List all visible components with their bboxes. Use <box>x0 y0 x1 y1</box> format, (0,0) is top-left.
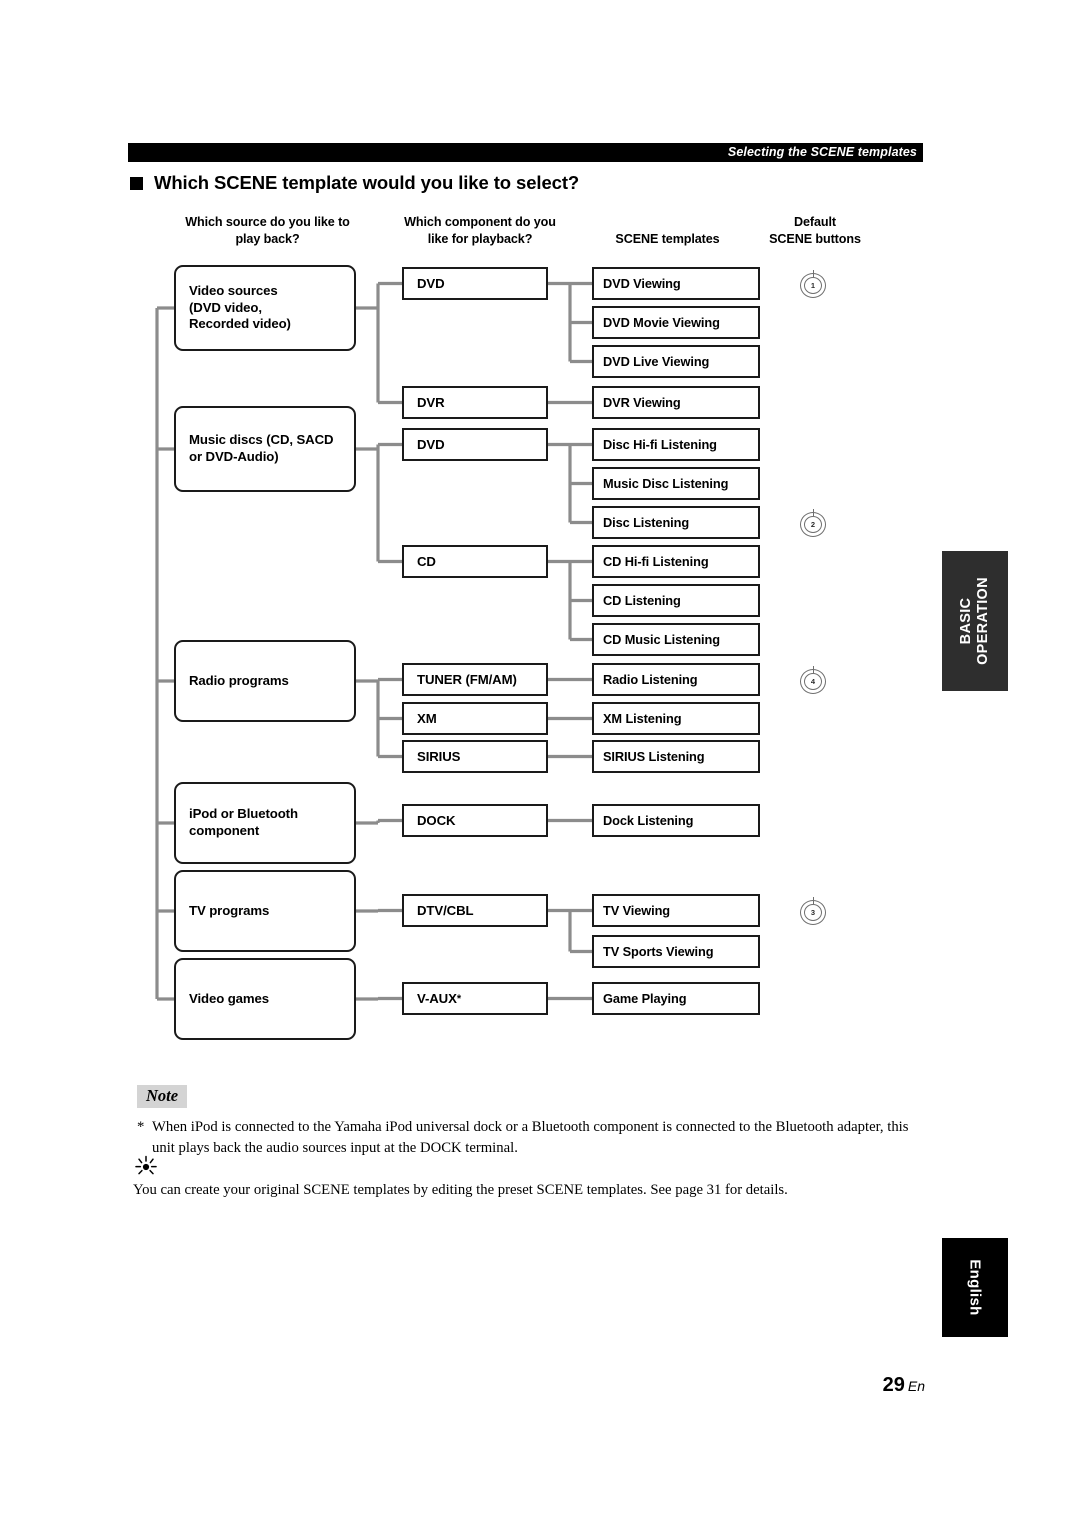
component-box-label: TUNER (FM/AM) <box>417 672 517 687</box>
tip-text: You can create your original SCENE templ… <box>133 1182 788 1198</box>
side-tab-language-label: English <box>966 1259 984 1316</box>
scene-button-1[interactable]: 1 <box>799 270 827 298</box>
note-footnote-text: When iPod is connected to the Yamaha iPo… <box>152 1119 909 1156</box>
template-box-label: Music Disc Listening <box>603 476 729 491</box>
component-box-label: XM <box>417 711 437 726</box>
component-box: SIRIUS <box>402 740 548 773</box>
source-box: TV programs <box>174 870 356 952</box>
template-box: CD Music Listening <box>592 623 760 656</box>
source-box-label: Video games <box>189 990 270 1006</box>
column-header-scene-templates: SCENE templates <box>615 232 720 246</box>
page-number: 29 En <box>820 1374 925 1397</box>
running-header: Selecting the SCENE templates <box>128 143 923 162</box>
template-box-label: TV Sports Viewing <box>603 944 714 959</box>
component-box-label: V-AUX <box>417 991 457 1006</box>
template-box: DVD Viewing <box>592 267 760 300</box>
component-box: DTV/CBL <box>402 894 548 927</box>
section-title-row: Which SCENE template would you like to s… <box>130 172 579 194</box>
template-box: Music Disc Listening <box>592 467 760 500</box>
template-box-label: CD Listening <box>603 593 681 608</box>
square-bullet-icon <box>130 176 143 190</box>
component-box-label: DVD <box>417 276 445 291</box>
note-badge: Note <box>137 1085 188 1108</box>
template-box-label: DVD Viewing <box>603 276 681 291</box>
template-box: TV Viewing <box>592 894 760 927</box>
page-number-suffix: En <box>907 1378 925 1394</box>
template-box-label: Game Playing <box>603 991 687 1006</box>
component-box: V-AUX * <box>402 982 548 1015</box>
template-box: CD Hi-fi Listening <box>592 545 760 578</box>
scene-button-number: 2 <box>810 520 816 529</box>
source-box: iPod or Bluetooth component <box>174 782 356 864</box>
source-box-label: Video sources (DVD video, Recorded video) <box>189 283 291 332</box>
source-box: Video games <box>174 958 356 1040</box>
component-box-label: CD <box>417 554 436 569</box>
scene-button-3[interactable]: 3 <box>799 897 827 925</box>
scene-button-4[interactable]: 4 <box>799 666 827 694</box>
column-header-component: Which component do you like for playback? <box>404 215 556 246</box>
template-box-label: CD Hi-fi Listening <box>603 554 709 569</box>
template-box: DVD Movie Viewing <box>592 306 760 339</box>
source-box: Radio programs <box>174 640 356 722</box>
template-box-label: DVD Movie Viewing <box>603 315 720 330</box>
source-box-label: TV programs <box>189 902 270 918</box>
component-box-label: DOCK <box>417 813 456 828</box>
tip-sunburst-icon <box>135 1155 157 1175</box>
template-box-label: DVD Live Viewing <box>603 354 710 369</box>
component-box: CD <box>402 545 548 578</box>
component-box: DOCK <box>402 804 548 837</box>
template-box: Disc Listening <box>592 506 760 539</box>
scene-button-2[interactable]: 2 <box>799 509 827 537</box>
template-box-label: SIRIUS Listening <box>603 749 705 764</box>
source-box: Music discs (CD, SACD or DVD-Audio) <box>174 406 356 492</box>
source-box-label: iPod or Bluetooth component <box>189 806 298 838</box>
column-header-default-scene-buttons: Default SCENE buttons <box>769 215 861 246</box>
component-box: DVD <box>402 267 548 300</box>
page-title: Which SCENE template would you like to s… <box>154 172 580 193</box>
component-box: XM <box>402 702 548 735</box>
template-box-label: Disc Listening <box>603 515 690 530</box>
side-tab-basic-operation: BASIC OPERATION <box>942 551 1008 691</box>
component-box-label: DVD <box>417 437 445 452</box>
template-box: DVD Live Viewing <box>592 345 760 378</box>
side-tab-basic-operation-label: BASIC OPERATION <box>958 577 992 665</box>
scene-button-number: 3 <box>810 908 816 917</box>
template-box-label: XM Listening <box>603 711 682 726</box>
template-box: Radio Listening <box>592 663 760 696</box>
component-box: DVD <box>402 428 548 461</box>
component-box: DVR <box>402 386 548 419</box>
template-box-label: Dock Listening <box>603 813 694 828</box>
source-box-label: Music discs (CD, SACD or DVD-Audio) <box>189 432 334 464</box>
source-box: Video sources (DVD video, Recorded video) <box>174 265 356 351</box>
note-footnote-marker: * <box>137 1119 145 1135</box>
template-box: CD Listening <box>592 584 760 617</box>
scene-button-number: 1 <box>810 281 816 290</box>
template-box: TV Sports Viewing <box>592 935 760 968</box>
template-box: SIRIUS Listening <box>592 740 760 773</box>
component-box-label: DTV/CBL <box>417 903 474 918</box>
page-number-value: 29 <box>882 1374 905 1396</box>
template-box: Dock Listening <box>592 804 760 837</box>
scene-button-number: 4 <box>810 677 816 686</box>
component-box-label: DVR <box>417 395 445 410</box>
template-box-label: TV Viewing <box>603 903 671 918</box>
template-box: Game Playing <box>592 982 760 1015</box>
template-box-label: CD Music Listening <box>603 632 720 647</box>
component-box-label: SIRIUS <box>417 749 461 764</box>
column-header-source: Which source do you like to play back? <box>185 215 350 246</box>
template-box: Disc Hi-fi Listening <box>592 428 760 461</box>
template-box-label: Disc Hi-fi Listening <box>603 437 717 452</box>
component-box: TUNER (FM/AM) <box>402 663 548 696</box>
source-box-label: Radio programs <box>189 672 289 688</box>
template-box: DVR Viewing <box>592 386 760 419</box>
side-tab-language: English <box>942 1238 1008 1337</box>
template-box-label: Radio Listening <box>603 672 698 687</box>
template-box: XM Listening <box>592 702 760 735</box>
template-box-label: DVR Viewing <box>603 395 681 410</box>
